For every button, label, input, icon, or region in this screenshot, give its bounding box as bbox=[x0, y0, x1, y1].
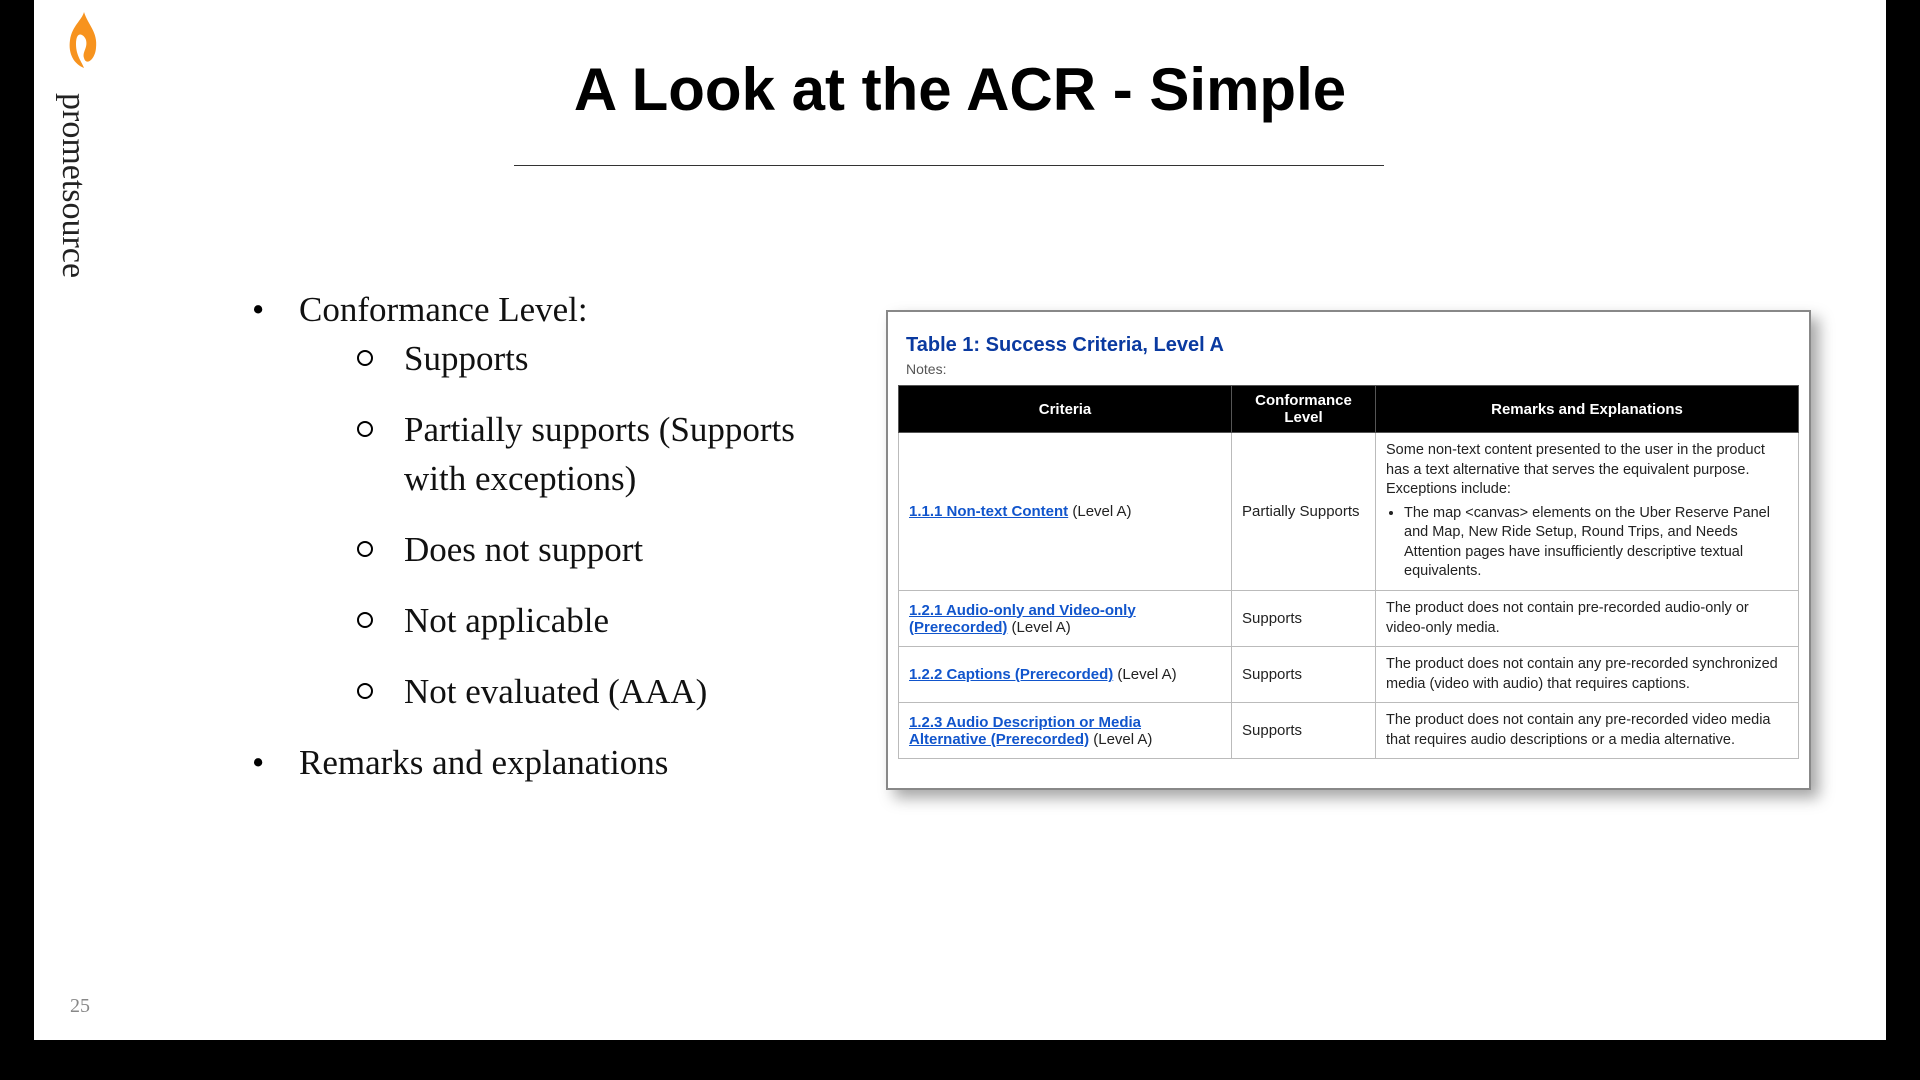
acr-table: Criteria Conformance Level Remarks and E… bbox=[898, 385, 1799, 759]
sub-supports: Supports bbox=[299, 334, 864, 383]
brand-strip: prometsource bbox=[54, 10, 114, 278]
th-criteria: Criteria bbox=[899, 386, 1232, 433]
criteria-suffix: (Level A) bbox=[1089, 731, 1152, 748]
table-row: 1.2.1 Audio-only and Video-only (Prereco… bbox=[899, 590, 1799, 646]
sub-not-evaluated: Not evaluated (AAA) bbox=[299, 667, 864, 716]
remarks-bullet: The map <canvas> elements on the Uber Re… bbox=[1404, 504, 1788, 582]
cell-level: Supports bbox=[1232, 703, 1376, 759]
cell-remarks: The product does not contain pre-recorde… bbox=[1386, 599, 1788, 638]
sub-does-not-support: Does not support bbox=[299, 525, 864, 574]
th-remarks: Remarks and Explanations bbox=[1376, 386, 1799, 433]
criteria-link-111[interactable]: 1.1.1 Non-text Content bbox=[909, 503, 1068, 520]
slide: prometsource A Look at the ACR - Simple … bbox=[34, 0, 1886, 1040]
cell-level: Partially Supports bbox=[1232, 433, 1376, 591]
bullet-remarks: Remarks and explanations bbox=[299, 743, 668, 782]
table-row: 1.2.2 Captions (Prerecorded) (Level A) S… bbox=[899, 647, 1799, 703]
criteria-link-122[interactable]: 1.2.2 Captions (Prerecorded) bbox=[909, 666, 1113, 683]
sub-partially-supports: Partially supports (Supports with except… bbox=[299, 405, 864, 503]
table-header-row: Criteria Conformance Level Remarks and E… bbox=[899, 386, 1799, 433]
title-rule bbox=[514, 165, 1384, 166]
slide-number: 25 bbox=[70, 995, 90, 1018]
cell-remarks: The product does not contain any pre-rec… bbox=[1386, 711, 1788, 750]
cell-level: Supports bbox=[1232, 590, 1376, 646]
criteria-suffix: (Level A) bbox=[1113, 666, 1176, 683]
criteria-suffix: (Level A) bbox=[1007, 619, 1070, 636]
cell-remarks: The product does not contain any pre-rec… bbox=[1386, 655, 1788, 694]
table-row: 1.1.1 Non-text Content (Level A) Partial… bbox=[899, 433, 1799, 591]
left-content: Conformance Level: Supports Partially su… bbox=[234, 285, 864, 805]
remarks-intro: Some non-text content presented to the u… bbox=[1386, 442, 1765, 497]
sub-not-applicable: Not applicable bbox=[299, 596, 864, 645]
cell-level: Supports bbox=[1232, 647, 1376, 703]
table-row: 1.2.3 Audio Description or Media Alterna… bbox=[899, 703, 1799, 759]
bullet-conformance-level: Conformance Level: bbox=[299, 290, 588, 329]
cell-remarks: Some non-text content presented to the u… bbox=[1386, 441, 1788, 582]
th-level: Conformance Level bbox=[1232, 386, 1376, 433]
table-notes-label: Notes: bbox=[906, 361, 1799, 377]
table-title: Table 1: Success Criteria, Level A bbox=[906, 334, 1799, 357]
criteria-suffix: (Level A) bbox=[1068, 503, 1131, 520]
acr-table-card: Table 1: Success Criteria, Level A Notes… bbox=[886, 310, 1811, 790]
slide-title: A Look at the ACR - Simple bbox=[34, 55, 1886, 124]
conformance-sublist: Supports Partially supports (Supports wi… bbox=[299, 334, 864, 716]
